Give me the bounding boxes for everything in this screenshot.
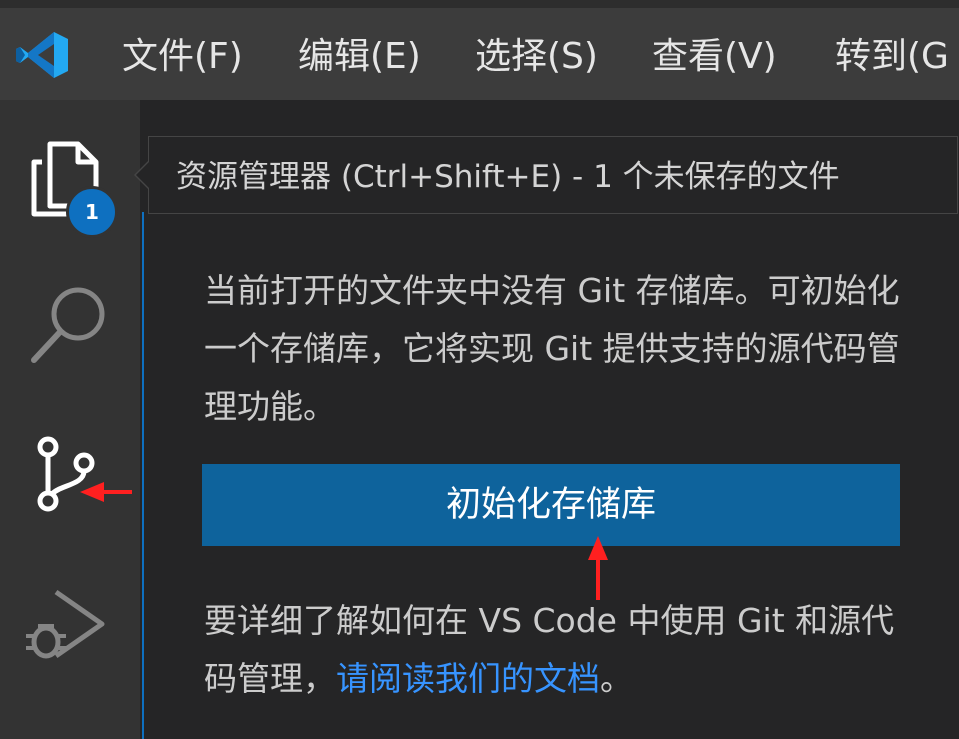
menu-go[interactable]: 转到(G (835, 32, 949, 82)
docs-link[interactable]: 请阅读我们的文档 (336, 659, 600, 698)
no-repo-message: 当前打开的文件夹中没有 Git 存储库。可初始化一个存储库，它将实现 Git 提… (204, 271, 900, 426)
docs-hint-end: 。 (600, 659, 633, 698)
menu-view[interactable]: 查看(V) (652, 32, 777, 82)
menu-selection[interactable]: 选择(S) (475, 32, 598, 82)
menu-edit[interactable]: 编辑(E) (298, 32, 421, 82)
title-bar: 文件(F) 编辑(E) 选择(S) 查看(V) 转到(G (0, 0, 959, 100)
docs-hint: 要详细了解如何在 VS Code 中使用 Git 和源代码管理，请阅读我们的文档… (204, 592, 924, 708)
explorer-badge: 1 (66, 186, 118, 238)
menu-file[interactable]: 文件(F) (122, 32, 243, 82)
tooltip-text: 资源管理器 (Ctrl+Shift+E) - 1 个未保存的文件 (176, 159, 840, 195)
vscode-logo-icon (16, 32, 68, 78)
tooltip-pointer-fill (136, 161, 150, 189)
run-debug-icon[interactable] (20, 580, 120, 670)
search-icon[interactable] (20, 280, 120, 370)
title-bar-edge (0, 0, 959, 8)
source-control-icon[interactable] (20, 430, 120, 520)
initialize-repository-button[interactable]: 初始化存储库 (202, 464, 900, 546)
